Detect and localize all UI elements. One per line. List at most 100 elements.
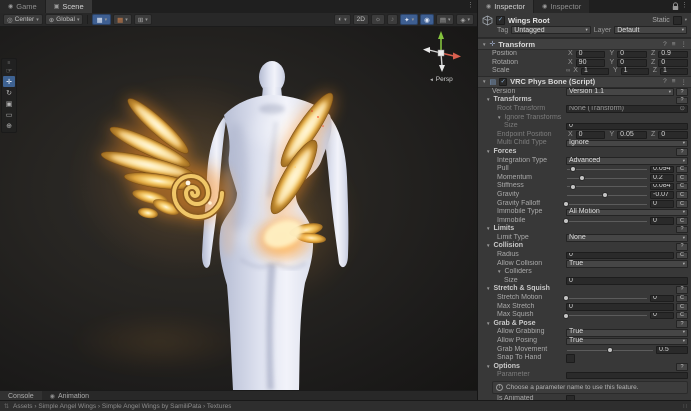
- foldout-icon[interactable]: ▼: [482, 79, 486, 84]
- tab-scene[interactable]: ▣ Scene: [45, 0, 92, 13]
- persp-toggle-icon[interactable]: ◄: [429, 77, 433, 82]
- max-squish-slider[interactable]: [564, 312, 648, 320]
- endpoint-z-field[interactable]: 0: [658, 131, 689, 139]
- pull-curve-button[interactable]: C: [676, 165, 688, 174]
- object-picker-icon[interactable]: ⊙: [680, 106, 685, 112]
- root-transform-object-field[interactable]: None (Transform) ⊙: [566, 105, 688, 114]
- scale-y-field[interactable]: 1: [620, 67, 649, 76]
- integration-type-dropdown[interactable]: Advanced ▾: [566, 157, 688, 165]
- multi-child-type-dropdown[interactable]: Ignore ▾: [566, 139, 688, 148]
- stiffness-slider[interactable]: [566, 183, 648, 191]
- help-icon[interactable]: ?: [663, 78, 667, 85]
- shading-mode-button[interactable]: ◐ ▾: [334, 14, 351, 25]
- tab-inspector-1[interactable]: ◉ Inspector: [478, 0, 534, 13]
- inspector-lock-icon[interactable]: [672, 2, 679, 13]
- allow-collision-dropdown[interactable]: True ▾: [566, 260, 688, 268]
- scene-audio-button[interactable]: ♪: [386, 14, 399, 25]
- foldout-icon[interactable]: ▼: [486, 320, 490, 329]
- gameobject-name[interactable]: Wings Root: [508, 16, 649, 25]
- stretch-motion-value-field[interactable]: 0: [650, 294, 674, 303]
- immobile-value-field[interactable]: 0: [650, 217, 674, 225]
- view-tool-button[interactable]: ☞: [3, 65, 15, 76]
- snap-increment-button[interactable]: ▦ ▾: [113, 14, 132, 25]
- version-help-button[interactable]: ?: [676, 88, 688, 96]
- inspector-menu-icon[interactable]: ⋮: [681, 1, 688, 9]
- tool-settings-button[interactable]: ⊞ ▾: [133, 14, 152, 25]
- radius-curve-button[interactable]: C: [676, 251, 688, 260]
- scene-orientation-gizmo[interactable]: ◄ Persp: [419, 29, 463, 85]
- transform-tool-button[interactable]: ⊕: [3, 120, 15, 131]
- rotation-x-field[interactable]: 90: [575, 59, 606, 67]
- status-scroll-icon[interactable]: ⇅: [4, 403, 9, 410]
- transform-component-header[interactable]: ▼ ✛ Transform ? ≡ ⋮: [478, 38, 691, 50]
- foldout-icon[interactable]: ▼: [486, 225, 490, 234]
- asset-path-breadcrumb[interactable]: Assets › Simple Angel Wings › Simple Ang…: [13, 403, 231, 410]
- ignore-size-field[interactable]: 0: [566, 122, 688, 131]
- grab-pose-help-button[interactable]: ?: [676, 320, 688, 328]
- version-dropdown[interactable]: Version 1.1 ▾: [566, 88, 674, 96]
- momentum-value-field[interactable]: 0.2: [650, 174, 674, 182]
- effects-button[interactable]: ✦ ▾: [400, 14, 419, 25]
- foldout-icon[interactable]: ▼: [486, 285, 490, 294]
- foldout-icon[interactable]: ▼: [497, 268, 501, 277]
- pivot-mode-button[interactable]: ◎ Center ▾: [3, 14, 43, 25]
- scale-tool-button[interactable]: ▣: [3, 98, 15, 109]
- allow-posing-dropdown[interactable]: True ▾: [566, 337, 688, 346]
- scene-panel-menu-icon[interactable]: ⋮: [467, 1, 474, 9]
- gravity-falloff-curve-button[interactable]: C: [676, 200, 688, 208]
- gravity-slider[interactable]: [566, 191, 648, 199]
- endpoint-y-field[interactable]: 0.05: [617, 131, 647, 139]
- stretch-motion-slider[interactable]: [564, 294, 648, 302]
- foldout-icon[interactable]: ▼: [497, 114, 501, 123]
- collision-help-button[interactable]: ?: [676, 242, 688, 251]
- scene-visibility-button[interactable]: ◉: [420, 14, 434, 25]
- max-squish-curve-button[interactable]: C: [676, 311, 688, 320]
- kebab-menu-icon[interactable]: ⋮: [681, 78, 688, 86]
- static-checkbox[interactable]: [672, 15, 682, 25]
- momentum-curve-button[interactable]: C: [676, 174, 688, 182]
- scene-lighting-button[interactable]: ☼: [370, 14, 385, 25]
- position-z-field[interactable]: 0.9: [658, 50, 689, 59]
- transforms-help-button[interactable]: ?: [676, 96, 688, 105]
- kebab-menu-icon[interactable]: ⋮: [681, 40, 688, 48]
- stiffness-value-field[interactable]: 0.084: [650, 182, 674, 191]
- colliders-size-field[interactable]: 0: [566, 277, 688, 285]
- endpoint-x-field[interactable]: 0: [575, 131, 606, 139]
- gravity-falloff-slider[interactable]: [564, 200, 648, 208]
- resize-grip-icon[interactable]: ∷: [683, 403, 687, 410]
- static-flags-icon[interactable]: ▾: [685, 17, 687, 23]
- pull-value-field[interactable]: 0.094: [650, 165, 674, 174]
- pull-slider[interactable]: [566, 165, 648, 173]
- forces-help-button[interactable]: ?: [676, 148, 688, 157]
- gizmos-button[interactable]: ◈ ▾: [456, 14, 474, 25]
- constrain-proportions-icon[interactable]: ∞: [566, 67, 570, 76]
- grab-movement-value-field[interactable]: 0.5: [656, 346, 688, 354]
- stretch-motion-curve-button[interactable]: C: [676, 294, 688, 303]
- immobile-type-dropdown[interactable]: All Motion ▾: [566, 208, 688, 217]
- foldout-icon[interactable]: ▼: [486, 242, 490, 251]
- position-x-field[interactable]: 0: [575, 50, 606, 59]
- gravity-value-field[interactable]: -0.07: [650, 191, 674, 199]
- foldout-icon[interactable]: ▼: [482, 42, 486, 47]
- stiffness-curve-button[interactable]: C: [676, 182, 688, 191]
- momentum-slider[interactable]: [566, 174, 648, 182]
- limits-help-button[interactable]: ?: [676, 225, 688, 234]
- scale-x-field[interactable]: 1: [580, 67, 609, 76]
- gravity-falloff-value-field[interactable]: 0: [650, 200, 674, 208]
- camera-settings-button[interactable]: ▤ ▾: [435, 14, 455, 25]
- immobile-slider[interactable]: [564, 217, 648, 225]
- grab-movement-slider[interactable]: [566, 346, 654, 354]
- foldout-icon[interactable]: ▼: [486, 363, 490, 372]
- max-stretch-field[interactable]: 0: [566, 303, 674, 311]
- rotate-tool-button[interactable]: ↻: [3, 87, 15, 98]
- move-tool-button[interactable]: ✛: [3, 76, 15, 87]
- immobile-curve-button[interactable]: C: [676, 217, 688, 225]
- rotation-y-field[interactable]: 0: [617, 59, 647, 67]
- persp-label[interactable]: Persp: [436, 76, 453, 83]
- grid-snapping-button[interactable]: ▦ ▾: [92, 14, 112, 25]
- tab-game[interactable]: ◉ Game: [0, 0, 45, 13]
- limit-type-dropdown[interactable]: None ▾: [566, 234, 688, 242]
- max-squish-value-field[interactable]: 0: [650, 311, 674, 320]
- parameter-field[interactable]: [566, 371, 688, 380]
- physbone-component-header[interactable]: ▼ ▤ ✓ VRC Phys Bone (Script) ? ≡ ⋮: [478, 75, 691, 88]
